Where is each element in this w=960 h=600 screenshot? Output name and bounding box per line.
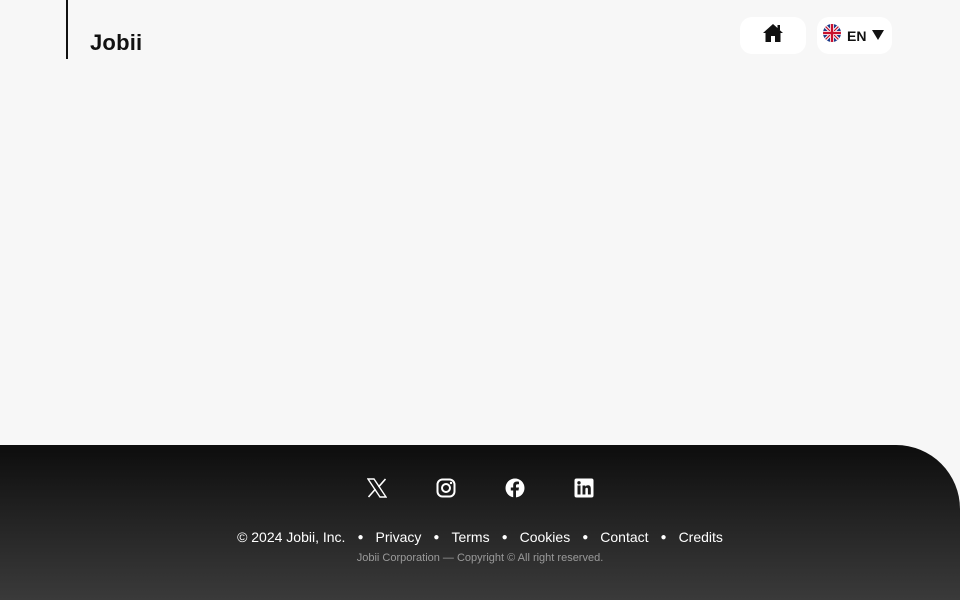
social-links	[0, 477, 960, 499]
separator-dot: ●	[582, 531, 589, 543]
language-selector[interactable]: EN	[817, 17, 892, 54]
footer-links: © 2024 Jobii, Inc. ● Privacy ● Terms ● C…	[0, 529, 960, 545]
linkedin-icon[interactable]	[573, 477, 595, 499]
footer-subtext: Jobii Corporation — Copyright © All righ…	[356, 552, 604, 564]
uk-flag-icon	[823, 24, 841, 47]
footer-link-terms[interactable]: Terms	[451, 529, 489, 545]
copyright-text: © 2024 Jobii, Inc.	[237, 529, 346, 545]
footer-link-privacy[interactable]: Privacy	[376, 529, 422, 545]
instagram-icon[interactable]	[435, 477, 457, 499]
logo[interactable]: Jobii	[90, 30, 142, 56]
separator-dot: ●	[357, 531, 364, 543]
separator-dot: ●	[501, 531, 508, 543]
facebook-icon[interactable]	[504, 477, 526, 499]
separator-dot: ●	[660, 531, 667, 543]
home-button[interactable]	[740, 17, 806, 54]
home-icon	[762, 23, 784, 48]
separator-dot: ●	[433, 531, 440, 543]
footer: © 2024 Jobii, Inc. ● Privacy ● Terms ● C…	[0, 445, 960, 600]
logo-divider	[66, 0, 68, 59]
footer-link-contact[interactable]: Contact	[600, 529, 648, 545]
footer-link-cookies[interactable]: Cookies	[520, 529, 571, 545]
language-code: EN	[847, 27, 867, 44]
x-icon[interactable]	[366, 477, 388, 499]
footer-link-credits[interactable]: Credits	[679, 529, 723, 545]
chevron-down-icon	[872, 27, 885, 45]
